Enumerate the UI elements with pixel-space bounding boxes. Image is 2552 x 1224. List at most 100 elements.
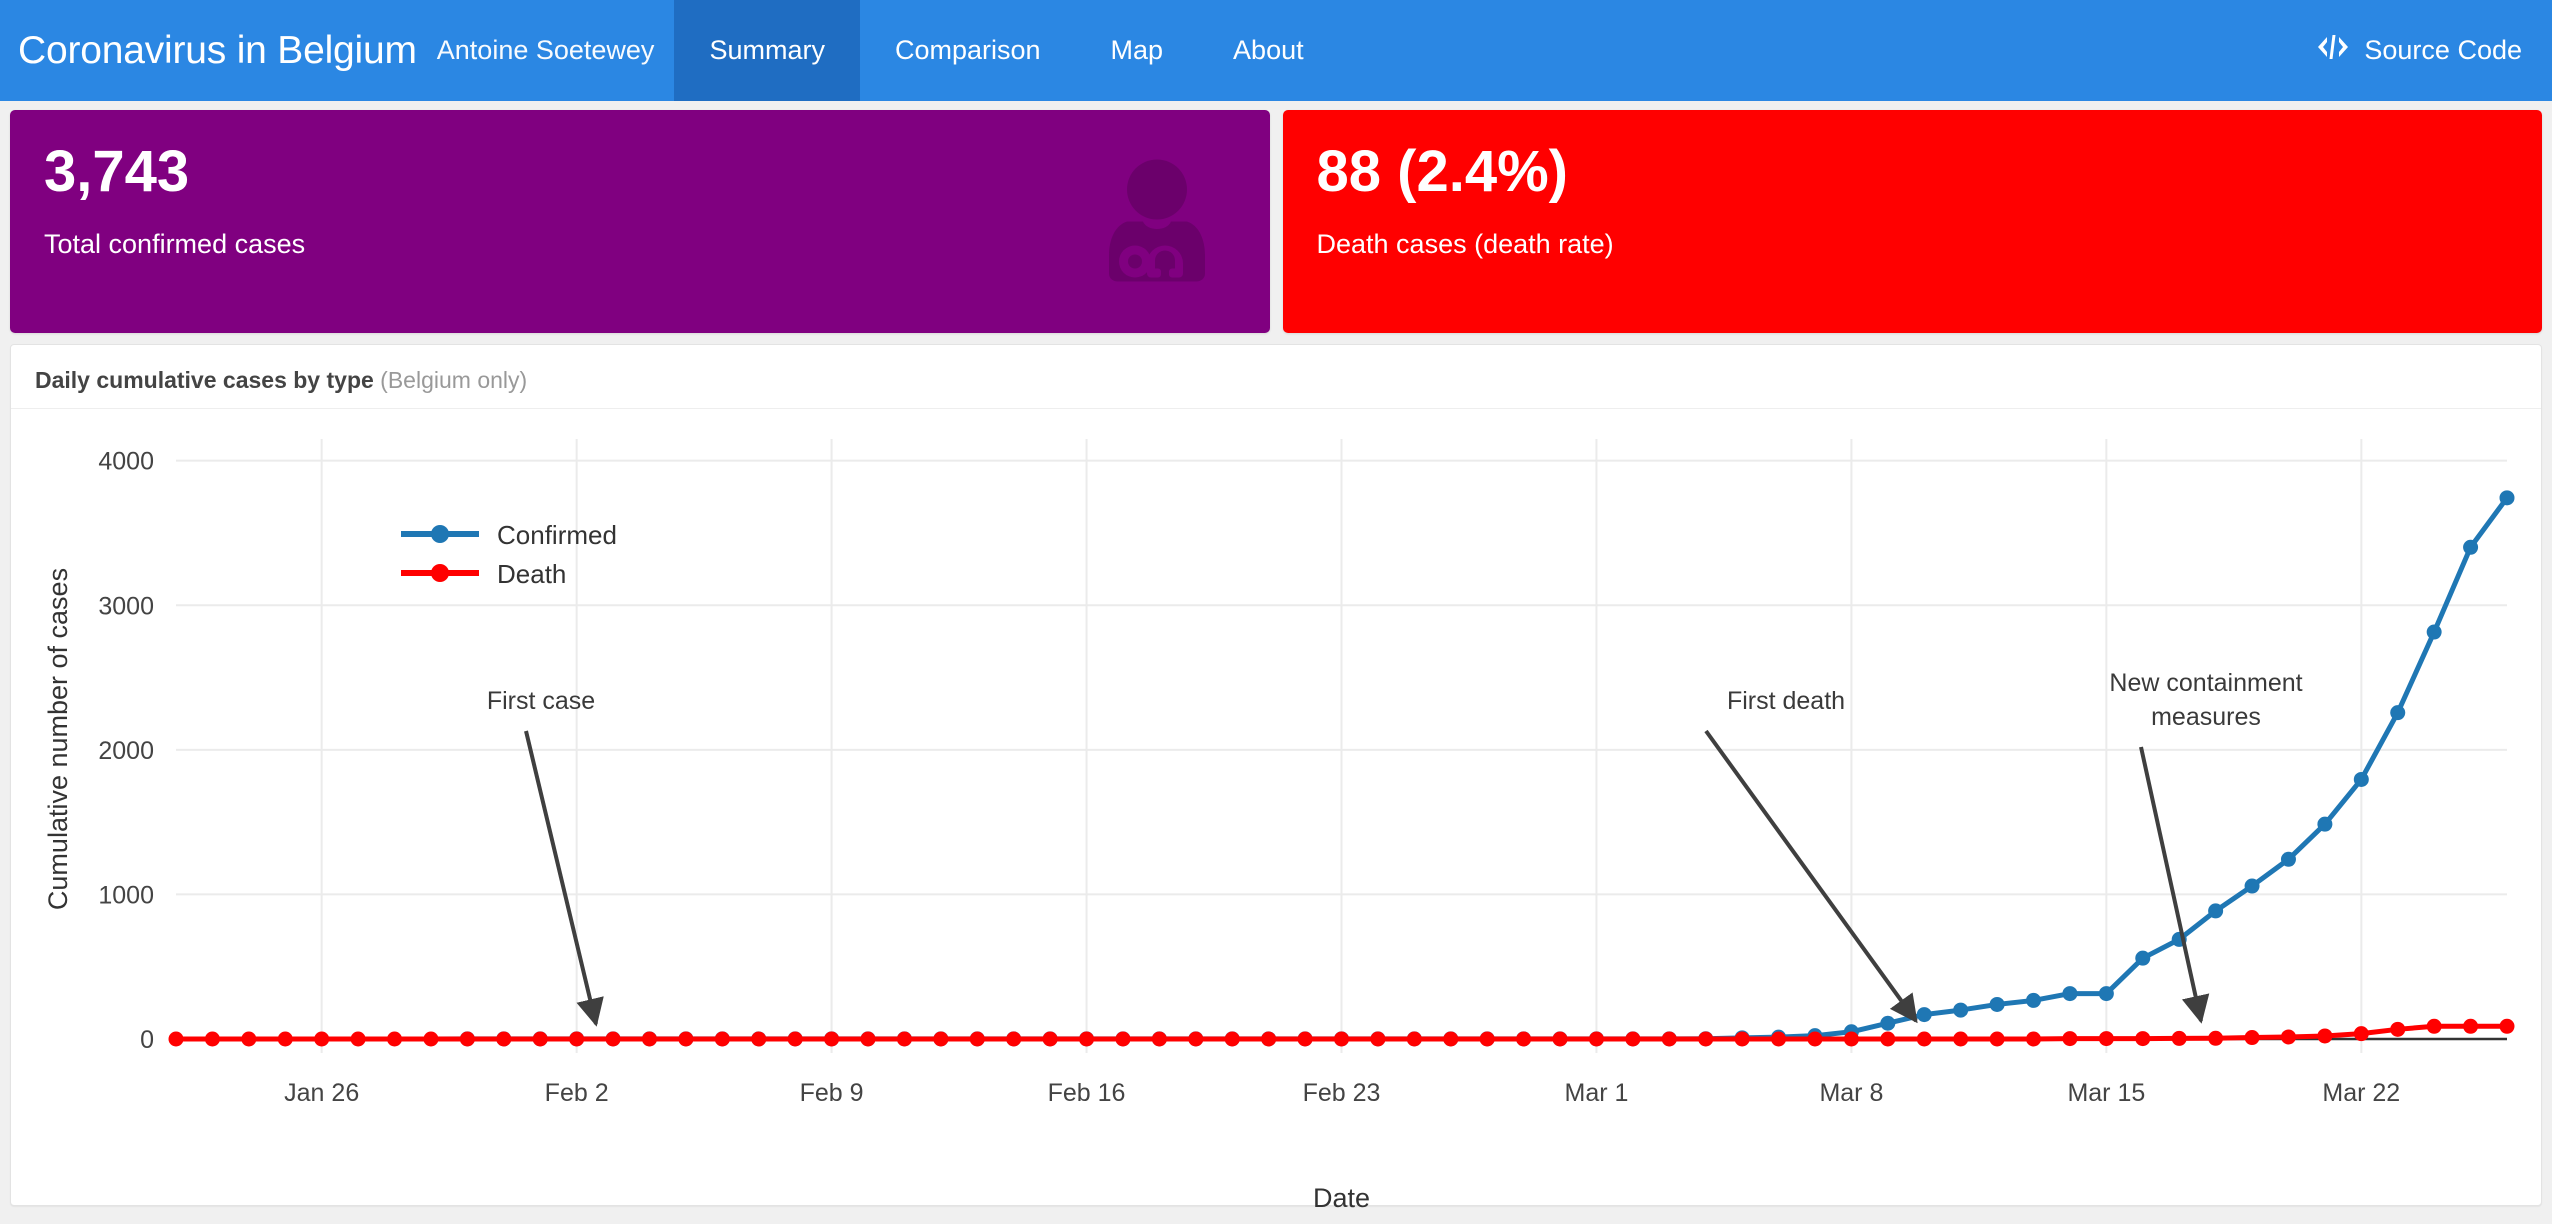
x-tick-label: Feb 2 [545,1079,609,1107]
annotation-text: First case [487,687,595,715]
data-point-death [1916,1031,1932,1047]
data-point-confirmed [2098,986,2114,1002]
chart-subtitle: (Belgium only) [380,367,528,393]
source-code-label: Source Code [2364,35,2522,65]
annotation-arrow [524,730,604,1027]
tab-map[interactable]: Map [1076,0,1199,101]
data-point-death [2135,1031,2151,1047]
data-point-death [1807,1031,1823,1047]
data-point-death [969,1031,985,1047]
data-point-death [1989,1031,2005,1047]
data-point-confirmed [2026,992,2042,1008]
data-point-death [1079,1031,1095,1047]
x-tick-label: Mar 8 [1819,1079,1883,1107]
data-point-death [1115,1031,1131,1047]
data-point-death [459,1031,475,1047]
data-point-death [2499,1018,2515,1034]
y-tick-label: 0 [140,1026,154,1054]
data-point-death [241,1031,257,1047]
data-point-confirmed [2390,705,2406,721]
data-point-death [532,1031,548,1047]
chart-area: 0 1000 2000 3000 4000 Jan 26 Feb 2 Feb 9 Feb 16 F… [11,409,2541,1209]
source-code-link[interactable]: Source Code [2316,0,2552,101]
data-point-death [1151,1031,1167,1047]
data-point-death [1734,1031,1750,1047]
annotation-text: measures [2151,703,2261,731]
y-tick-label: 1000 [98,881,154,909]
data-point-death [350,1031,366,1047]
data-point-death [204,1031,220,1047]
data-point-death [1297,1031,1313,1047]
data-point-death [2390,1021,2406,1037]
data-point-death [787,1031,803,1047]
stat-card-deaths: 88 (2.4%) Death cases (death rate) [1282,110,2542,333]
data-point-confirmed [2426,624,2442,640]
data-point-death [714,1031,730,1047]
legend-label-confirmed: Confirmed [497,520,617,550]
data-point-death [2280,1029,2296,1045]
data-point-death [2026,1031,2042,1047]
data-point-death [2353,1026,2369,1042]
x-tick-label: Mar 22 [2322,1079,2400,1107]
data-point-death [496,1031,512,1047]
data-point-death [2208,1030,2224,1046]
data-point-death [2244,1030,2260,1046]
annotation-arrow [2139,746,2210,1024]
data-point-confirmed [2135,950,2151,966]
app-author: Antoine Soetewey [436,35,655,65]
data-point-death [1261,1031,1277,1047]
code-icon [2316,34,2350,68]
data-point-death [1552,1031,1568,1047]
annotation-arrow [1704,729,1918,1024]
data-point-death [2062,1031,2078,1047]
data-point-death [1334,1031,1349,1047]
chart-panel-header: Daily cumulative cases by type (Belgium … [11,345,2541,409]
data-point-death [2317,1028,2333,1044]
annotation-2: First death [1704,687,1918,1024]
data-point-death [860,1031,876,1047]
chart-panel: Daily cumulative cases by type (Belgium … [10,344,2542,1209]
data-point-death [569,1031,585,1047]
deaths-label: Death cases (death rate) [1316,228,1614,259]
data-point-death [1006,1031,1022,1047]
data-point-death [678,1031,694,1047]
confirmed-label: Total confirmed cases [44,228,306,259]
x-tick-label: Feb 16 [1048,1079,1126,1107]
tab-comparison[interactable]: Comparison [860,0,1076,101]
data-point-death [1479,1031,1495,1047]
data-point-death [2426,1018,2442,1034]
data-point-confirmed [2208,903,2224,919]
annotation-text: New containment [2109,669,2302,697]
x-tick-label: Feb 23 [1303,1079,1381,1107]
deaths-value: 88 (2.4%) [1316,139,1568,204]
x-tick-label: Mar 1 [1565,1079,1629,1107]
data-point-confirmed [1880,1015,1896,1031]
annotation-3: New containment measures [2109,669,2303,1024]
stats-row: 3,743 Total confirmed cases 88 (2.4%) De… [0,101,2552,333]
data-point-confirmed [1989,996,2005,1012]
data-point-confirmed [2062,986,2078,1002]
legend-label-death: Death [497,559,566,589]
data-point-confirmed [2353,771,2369,787]
data-point-death [277,1031,293,1047]
data-point-death [1771,1031,1787,1047]
data-point-death [1843,1031,1859,1047]
data-point-death [1953,1031,1969,1047]
data-point-death [423,1031,439,1047]
y-tick-label: 3000 [98,592,154,620]
data-point-death [2171,1030,2187,1046]
cumulative-cases-chart[interactable]: 0 1000 2000 3000 4000 Jan 26 Feb 2 Feb 9 Feb 16 F… [11,409,2541,1209]
x-tick-label: Feb 9 [800,1079,864,1107]
annotation-text: First death [1727,687,1845,715]
stat-card-confirmed: 3,743 Total confirmed cases [10,110,1270,333]
tab-about[interactable]: About [1198,0,1339,101]
data-point-death [605,1031,621,1047]
nav-tabs: Summary Comparison Map About [674,0,1338,101]
tab-summary[interactable]: Summary [674,0,860,101]
data-point-death [168,1031,184,1047]
data-point-death [1625,1031,1641,1047]
data-point-death [1188,1031,1204,1047]
data-point-death [1588,1031,1604,1047]
data-point-death [1224,1031,1240,1047]
data-point-death [751,1031,767,1047]
